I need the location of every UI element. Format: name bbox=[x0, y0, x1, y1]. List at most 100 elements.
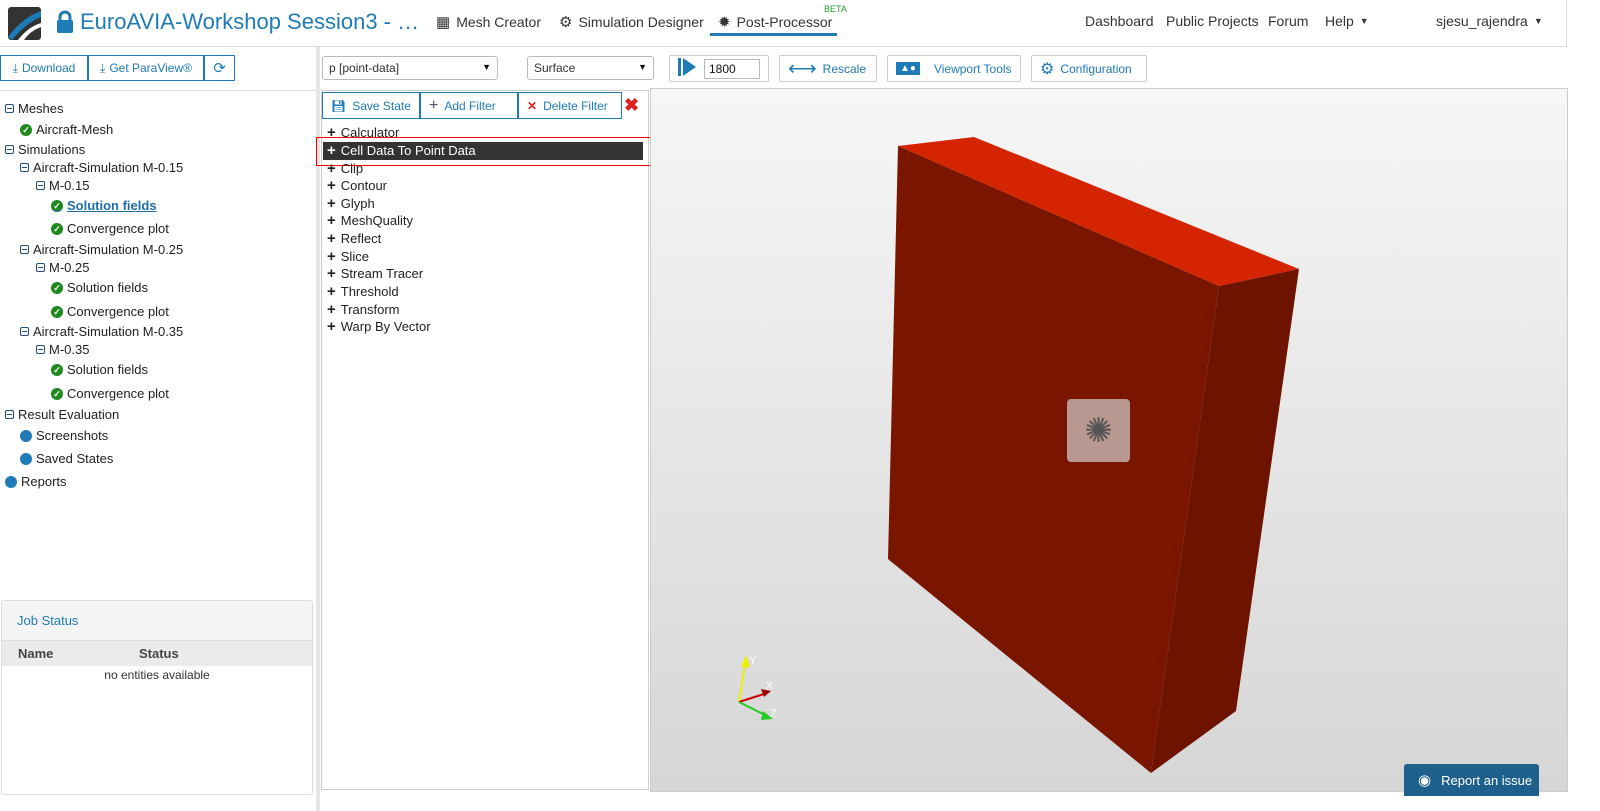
collapse-icon[interactable] bbox=[20, 327, 29, 336]
tree-convergence-plot[interactable]: ✓ Convergence plot bbox=[51, 304, 169, 319]
configuration-button[interactable]: ⚙ Configuration bbox=[1031, 55, 1147, 82]
plus-icon: + bbox=[327, 124, 336, 141]
tree-solution-fields[interactable]: ✓ Solution fields bbox=[51, 362, 148, 377]
config-icon: ⚙ bbox=[1040, 60, 1055, 78]
add-filter-button[interactable]: + Add Filter bbox=[420, 92, 518, 119]
report-issue-button[interactable]: ◉ Report an issue bbox=[1404, 764, 1539, 796]
collapse-icon[interactable] bbox=[5, 410, 14, 419]
tree-convergence-plot[interactable]: ✓ Convergence plot bbox=[51, 386, 169, 401]
double-arrow-icon: ⟷ bbox=[788, 58, 817, 80]
check-icon: ✓ bbox=[51, 281, 63, 294]
plus-icon: + bbox=[327, 142, 336, 159]
filter-item[interactable]: + Glyph bbox=[327, 195, 375, 212]
nav-help[interactable]: Help ▼ bbox=[1325, 13, 1369, 29]
viewport-tools-button[interactable]: ▲● Viewport Tools bbox=[887, 55, 1021, 82]
rescale-button[interactable]: ⟷ Rescale bbox=[779, 55, 877, 82]
download-button[interactable]: ⤓ Download bbox=[0, 55, 88, 81]
collapse-icon[interactable] bbox=[36, 345, 45, 354]
plus-icon: + bbox=[327, 212, 336, 229]
filter-item[interactable]: + Transform bbox=[327, 301, 400, 318]
refresh-icon: ⟳ bbox=[213, 60, 226, 77]
cog-icon: ✹ bbox=[718, 14, 731, 31]
tree-convergence-plot[interactable]: ✓ Convergence plot bbox=[51, 221, 169, 236]
tree-reports[interactable]: Reports bbox=[5, 474, 67, 489]
axis-y-label: Y bbox=[749, 655, 757, 667]
nav-mesh-creator[interactable]: ▦ Mesh Creator bbox=[436, 13, 541, 31]
tree-result-evaluation[interactable]: Result Evaluation bbox=[5, 407, 119, 422]
shapes-icon: ▲● bbox=[896, 62, 920, 75]
check-icon: ✓ bbox=[51, 305, 63, 318]
download-icon: ⤓ bbox=[12, 60, 18, 75]
circle-icon bbox=[20, 429, 32, 442]
refresh-button[interactable]: ⟳ bbox=[204, 55, 235, 81]
collapse-icon[interactable] bbox=[20, 163, 29, 172]
nav-post-processor[interactable]: ✹ Post-Processor bbox=[718, 13, 832, 31]
filter-item-selected[interactable]: + Cell Data To Point Data bbox=[327, 142, 476, 159]
get-paraview-button[interactable]: ⤓ Get ParaView® bbox=[88, 55, 204, 81]
field-select[interactable]: p [point-data] bbox=[322, 56, 498, 80]
download-icon: ⤓ bbox=[100, 60, 106, 75]
tree-run[interactable]: M-0.15 bbox=[36, 178, 89, 193]
beta-badge: BETA bbox=[824, 4, 847, 14]
nav-forum[interactable]: Forum bbox=[1268, 13, 1308, 29]
tree-simulation[interactable]: Aircraft-Simulation M-0.25 bbox=[20, 242, 183, 257]
time-input[interactable]: 1800 bbox=[704, 58, 760, 79]
delete-all-icon[interactable]: ✖ bbox=[624, 95, 639, 116]
tree-run[interactable]: M-0.35 bbox=[36, 342, 89, 357]
collapse-icon[interactable] bbox=[5, 145, 14, 154]
filter-item[interactable]: + Reflect bbox=[327, 230, 381, 247]
representation-select[interactable]: Surface bbox=[527, 56, 654, 80]
tree-simulation[interactable]: Aircraft-Simulation M-0.15 bbox=[20, 160, 183, 175]
nav-dashboard[interactable]: Dashboard bbox=[1085, 13, 1154, 29]
job-table-header: Name Status bbox=[2, 641, 312, 666]
tree-meshes[interactable]: Meshes bbox=[5, 101, 64, 116]
check-icon: ✓ bbox=[51, 363, 63, 376]
plus-icon: + bbox=[327, 195, 336, 212]
check-icon: ✓ bbox=[51, 199, 63, 212]
tree-screenshots[interactable]: Screenshots bbox=[20, 428, 108, 443]
filter-item[interactable]: + Stream Tracer bbox=[327, 265, 423, 282]
loading-spinner-icon: ✺ bbox=[1067, 399, 1130, 462]
filter-item[interactable]: + MeshQuality bbox=[327, 212, 413, 229]
delete-filter-button[interactable]: ✕ Delete Filter bbox=[518, 92, 622, 119]
collapse-icon[interactable] bbox=[20, 245, 29, 254]
tree-simulation[interactable]: Aircraft-Simulation M-0.35 bbox=[20, 324, 183, 339]
divider bbox=[0, 90, 316, 91]
gears-icon: ⚙ bbox=[559, 14, 573, 31]
axes-triad: Y X Z bbox=[738, 655, 777, 720]
filter-item[interactable]: + Clip bbox=[327, 160, 363, 177]
check-icon: ✓ bbox=[51, 387, 63, 400]
filter-item[interactable]: + Warp By Vector bbox=[327, 318, 431, 335]
collapse-icon[interactable] bbox=[5, 104, 14, 113]
filter-item[interactable]: + Contour bbox=[327, 177, 387, 194]
caret-down-icon: ▼ bbox=[1359, 16, 1369, 26]
app-logo[interactable] bbox=[8, 7, 41, 40]
filter-item[interactable]: + Slice bbox=[327, 248, 369, 265]
3d-viewport[interactable]: Y X Z ✺ bbox=[650, 88, 1568, 792]
collapse-icon[interactable] bbox=[36, 263, 45, 272]
user-menu[interactable]: sjesu_rajendra ▼ bbox=[1436, 13, 1543, 29]
plus-icon: + bbox=[429, 96, 439, 114]
tree-solution-fields[interactable]: ✓ Solution fields bbox=[51, 280, 148, 295]
nav-public-projects[interactable]: Public Projects bbox=[1166, 13, 1259, 29]
plus-icon: + bbox=[327, 301, 336, 318]
circle-icon bbox=[5, 475, 17, 488]
empty-message: no entities available bbox=[104, 668, 210, 682]
collapse-icon[interactable] bbox=[36, 181, 45, 190]
tree-saved-states[interactable]: Saved States bbox=[20, 451, 113, 466]
plus-icon: + bbox=[327, 160, 336, 177]
play-icon[interactable] bbox=[678, 58, 698, 79]
tree-run[interactable]: M-0.25 bbox=[36, 260, 89, 275]
tree-aircraft-mesh[interactable]: ✓ Aircraft-Mesh bbox=[20, 122, 113, 137]
filter-item[interactable]: + Calculator bbox=[327, 124, 399, 141]
save-state-button[interactable]: 💾︎ Save State bbox=[322, 92, 420, 119]
tree-simulations[interactable]: Simulations bbox=[5, 142, 85, 157]
axis-z-label: Z bbox=[770, 708, 777, 720]
camera-icon: ◉ bbox=[1418, 772, 1432, 789]
nav-simulation-designer[interactable]: ⚙ Simulation Designer bbox=[559, 13, 704, 31]
plus-icon: + bbox=[327, 283, 336, 300]
tree-solution-fields-selected[interactable]: ✓ Solution fields bbox=[51, 198, 157, 213]
job-status-panel: Job Status Name Status no entities avail… bbox=[1, 600, 313, 795]
filter-item[interactable]: + Threshold bbox=[327, 283, 399, 300]
project-title[interactable]: EuroAVIA-Workshop Session3 - … bbox=[80, 9, 419, 35]
